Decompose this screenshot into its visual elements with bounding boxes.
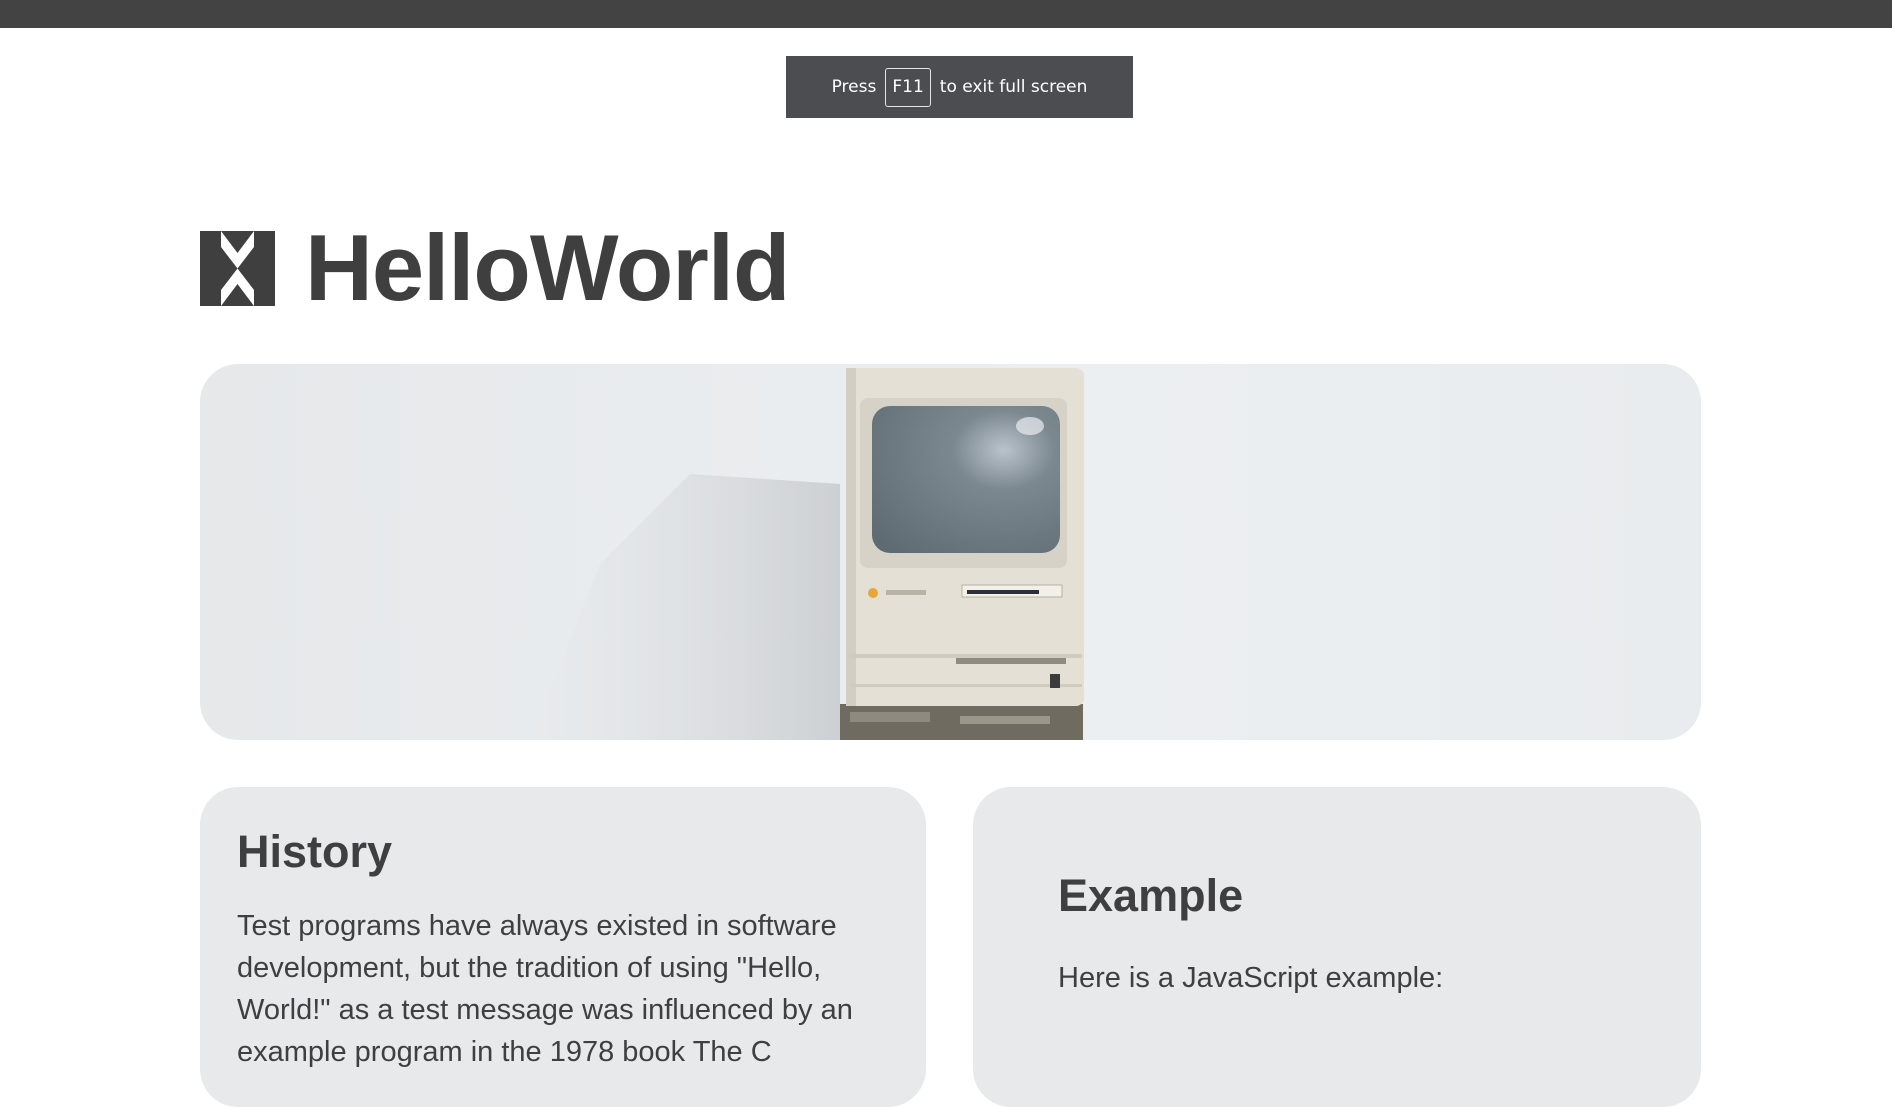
example-card: Example Here is a JavaScript example: — [973, 787, 1701, 1107]
history-heading: History — [237, 826, 393, 877]
f11-key-hint: F11 — [885, 67, 931, 107]
example-text: Here is a JavaScript example: — [1058, 961, 1444, 994]
example-heading: Example — [1058, 870, 1244, 921]
fullscreen-exit-notice: Press F11 to exit full screen — [786, 56, 1133, 118]
helloworld-logo-icon[interactable] — [200, 230, 275, 306]
fullscreen-notice-prefix: Press — [831, 77, 877, 97]
fullscreen-notice-suffix: to exit full screen — [939, 77, 1088, 97]
site-title[interactable]: HelloWorld — [305, 221, 790, 315]
browser-top-bar — [0, 0, 1892, 28]
history-card: History Test programs have always existe… — [200, 787, 926, 1107]
hero-image — [200, 364, 1701, 740]
site-header: HelloWorld — [200, 218, 790, 318]
vintage-computer-photo — [530, 368, 1084, 740]
history-text: Test programs have always existed in sof… — [237, 909, 853, 1068]
